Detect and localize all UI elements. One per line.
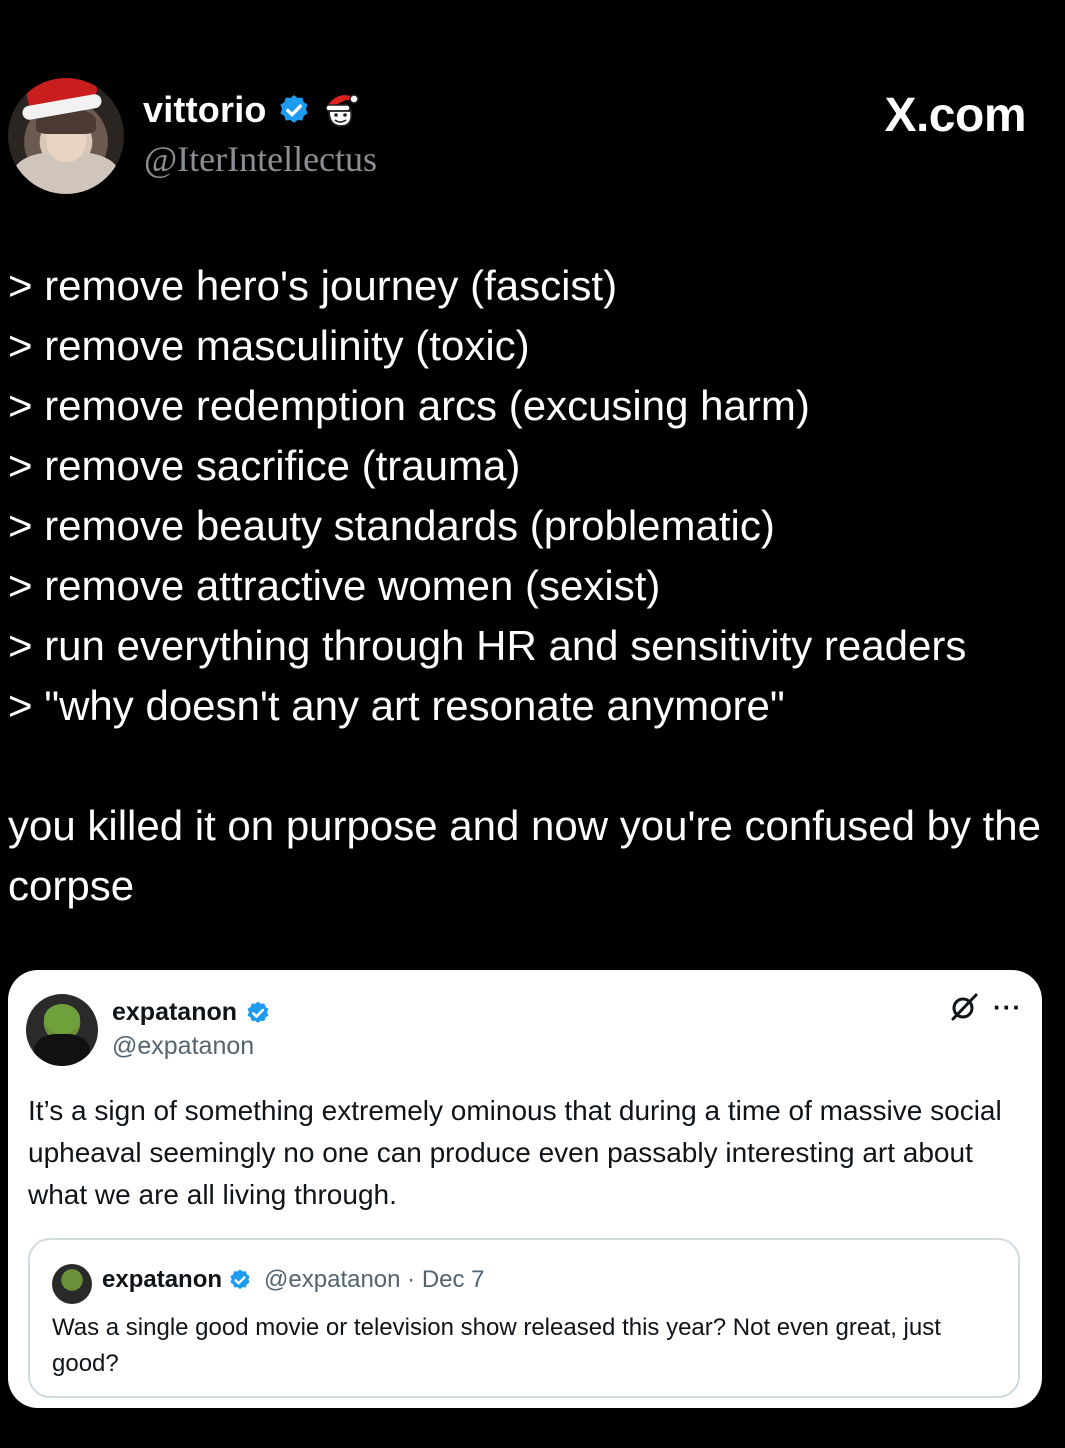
verified-badge-icon	[230, 1269, 250, 1290]
author-avatar[interactable]	[8, 78, 124, 194]
nested-handle-and-date: @expatanon · Dec 7	[264, 1266, 485, 1293]
more-options-icon[interactable]: ···	[993, 994, 1022, 1020]
quoted-handle[interactable]: @expatanon	[112, 1032, 254, 1061]
quoted-post-card[interactable]: expatanon @expatanon ··· It’s a sign of …	[8, 970, 1042, 1408]
post-line: > remove redemption arcs (excusing harm)	[8, 382, 810, 429]
quoted-display-name[interactable]: expatanon	[112, 998, 237, 1027]
nested-post-text: Was a single good movie or television sh…	[52, 1314, 941, 1377]
post-line: > remove sacrifice (trauma)	[8, 442, 521, 489]
nested-author-avatar[interactable]	[52, 1264, 92, 1304]
quoted-actions: ···	[949, 992, 1022, 1022]
verified-badge-icon	[247, 1001, 269, 1023]
post-line: > remove masculinity (toxic)	[8, 322, 530, 369]
post-line: > remove attractive women (sexist)	[8, 562, 661, 609]
post-line: > remove beauty standards (problematic)	[8, 502, 775, 549]
grok-slash-icon[interactable]	[949, 992, 979, 1022]
post-header: vittorio @IterIntellectus X.com	[8, 76, 1048, 194]
nested-display-name[interactable]: expatanon	[102, 1266, 222, 1294]
avatar-suit	[34, 1034, 90, 1066]
author-name-row: vittorio	[143, 88, 361, 132]
verified-badge-icon	[279, 95, 308, 123]
quoted-name-row: expatanon	[112, 998, 271, 1027]
avatar-kermit-face	[44, 1004, 80, 1034]
author-display-name[interactable]: vittorio	[143, 89, 267, 131]
post-line: > run everything through HR and sensitiv…	[8, 622, 967, 669]
santa-emoji-badge-icon	[324, 94, 359, 127]
nested-post-header: expatanon @expatanon · Dec 7	[102, 1266, 485, 1294]
post-line: > remove hero's journey (fascist)	[8, 262, 618, 309]
quoted-author-avatar[interactable]	[26, 994, 98, 1066]
author-handle[interactable]: @IterIntellectus	[144, 138, 377, 180]
nested-quoted-post[interactable]: expatanon @expatanon · Dec 7 Was a singl…	[28, 1238, 1020, 1398]
quoted-post-text: It’s a sign of something extremely omino…	[28, 1095, 1002, 1210]
post-body-list: > remove hero's journey (fascist) > remo…	[8, 256, 1058, 736]
post-line: > "why doesn't any art resonate anymore"	[8, 682, 785, 729]
brand-watermark: X.com	[884, 89, 1026, 142]
post-closing-text: you killed it on purpose and now you're …	[8, 802, 1042, 909]
